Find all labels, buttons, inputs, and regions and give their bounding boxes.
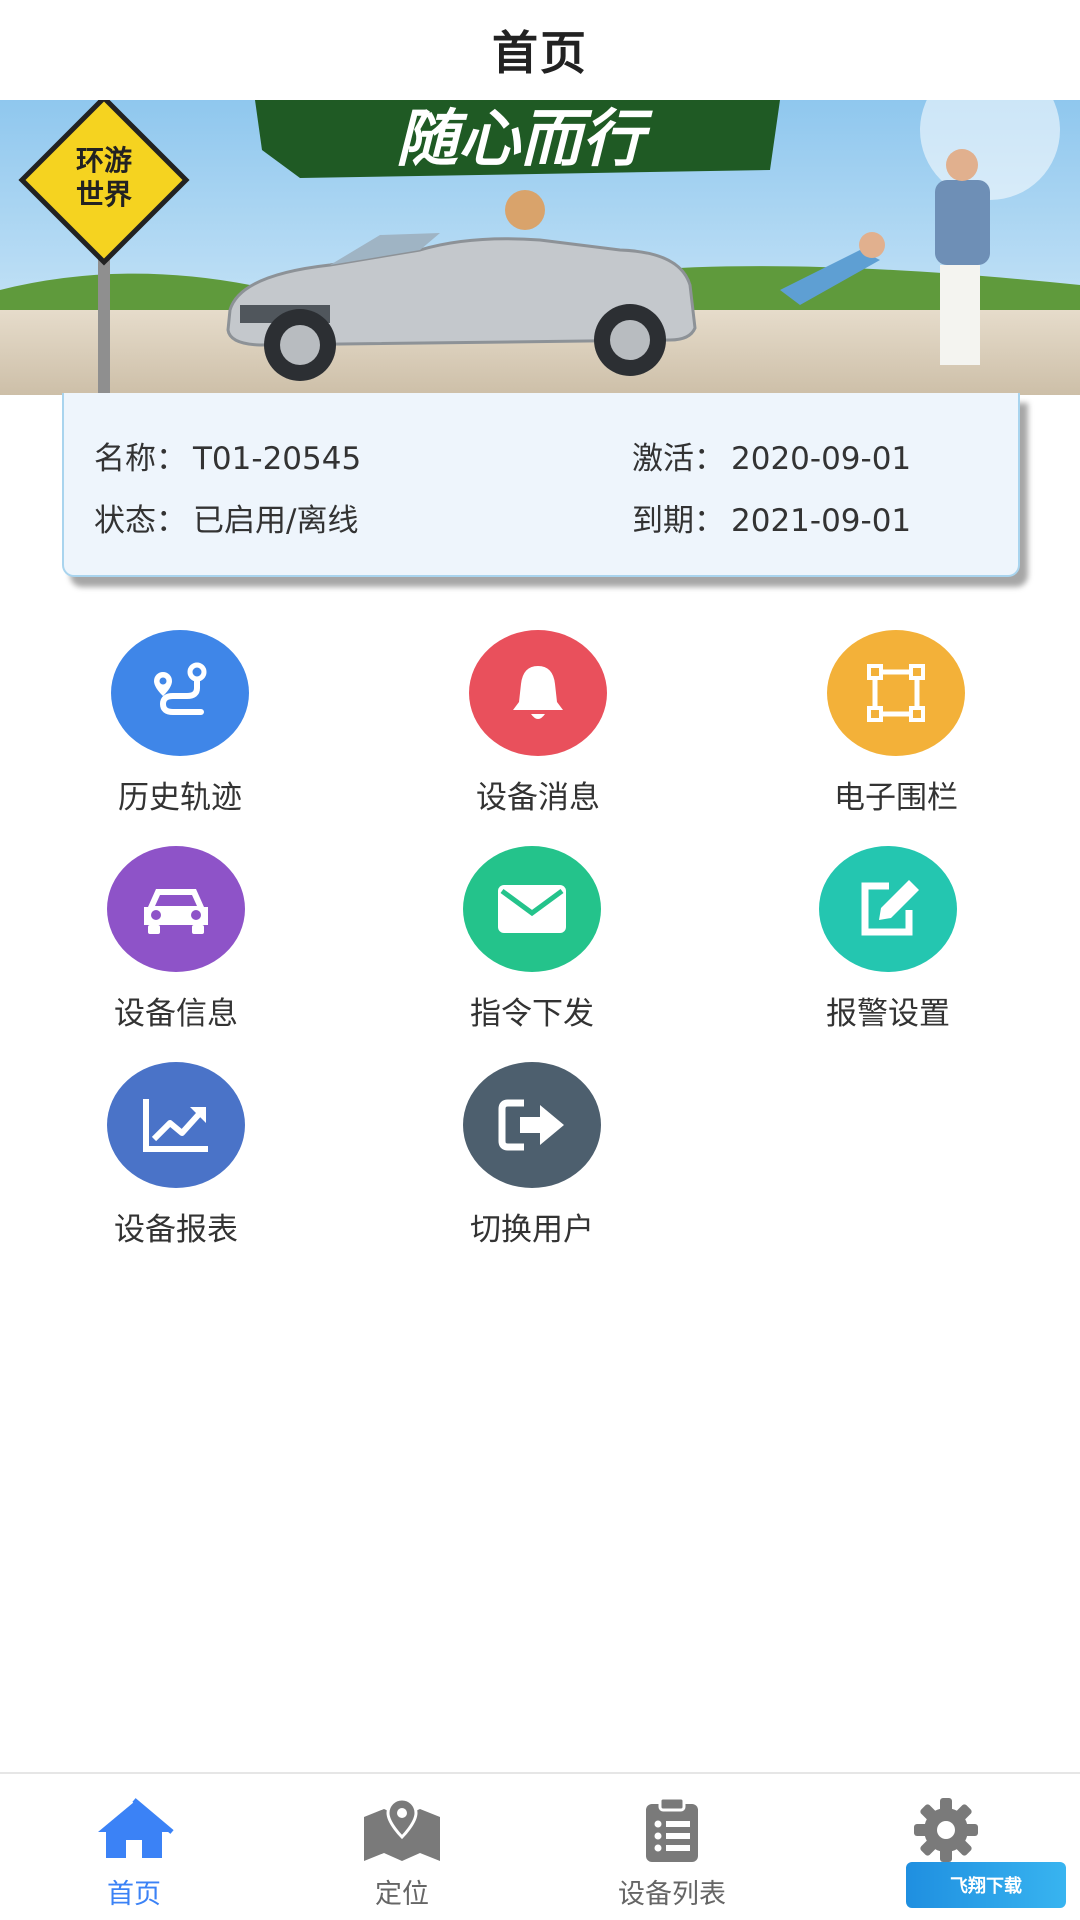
gear-icon — [901, 1794, 991, 1866]
tab-device-list[interactable]: 设备列表 — [572, 1774, 772, 1920]
device-report-label: 设备报表 — [114, 1212, 238, 1248]
bottom-tab-bar: 首页 定位 设备列表 飞翔下载 — [0, 1772, 1080, 1920]
expire-date-label: 到期： — [632, 503, 725, 539]
home-icon — [89, 1794, 179, 1866]
activate-date-value: 2020-09-01 — [731, 441, 912, 477]
device-status-label: 状态： — [94, 503, 187, 539]
history-track-label: 历史轨迹 — [118, 780, 242, 816]
banner-image: 随心而行 环游 世界 — [0, 100, 1080, 395]
device-info-button[interactable]: 设备信息 — [76, 846, 276, 1033]
expire-date-row: 到期： 2021-09-01 — [632, 495, 911, 540]
route-icon — [111, 630, 249, 756]
banner-slogan: 随心而行 — [396, 102, 653, 175]
car-icon — [107, 846, 245, 972]
device-status-row: 状态： 已启用/离线 — [94, 495, 358, 540]
tab-location-label: 定位 — [375, 1879, 429, 1910]
map-pin-icon — [357, 1794, 447, 1866]
expire-date-value: 2021-09-01 — [731, 503, 912, 539]
watermark-text: 飞翔下载 — [950, 1876, 1022, 1897]
chart-icon — [107, 1062, 245, 1188]
bell-icon — [469, 630, 607, 756]
device-name-row: 名称： T01-20545 — [94, 433, 361, 478]
edit-icon — [819, 846, 957, 972]
clipboard-list-icon — [627, 1794, 717, 1866]
device-report-button[interactable]: 设备报表 — [76, 1062, 276, 1249]
command-send-button[interactable]: 指令下发 — [432, 846, 632, 1033]
command-send-label: 指令下发 — [470, 996, 594, 1032]
switch-user-label: 切换用户 — [470, 1212, 594, 1248]
alarm-settings-button[interactable]: 报警设置 — [788, 846, 988, 1033]
tab-home-label: 首页 — [107, 1879, 161, 1910]
geofence-label: 电子围栏 — [834, 780, 958, 816]
activate-date-row: 激活： 2020-09-01 — [632, 433, 911, 478]
device-message-label: 设备消息 — [476, 780, 600, 816]
history-track-button[interactable]: 历史轨迹 — [80, 630, 280, 817]
alarm-settings-label: 报警设置 — [826, 996, 950, 1032]
device-status-value: 已启用/离线 — [193, 503, 359, 539]
envelope-icon — [463, 846, 601, 972]
watermark-logo: 飞翔下载 — [906, 1862, 1066, 1908]
device-name-label: 名称： — [94, 441, 187, 477]
logout-icon — [463, 1062, 601, 1188]
page-title: 首页 — [492, 26, 588, 80]
tab-home[interactable]: 首页 — [34, 1774, 234, 1920]
sign-line-2: 世界 — [76, 178, 132, 211]
geofence-button[interactable]: 电子围栏 — [796, 630, 996, 817]
device-name-value: T01-20545 — [193, 441, 362, 477]
device-info-label: 设备信息 — [114, 996, 238, 1032]
switch-user-button[interactable]: 切换用户 — [432, 1062, 632, 1249]
device-message-button[interactable]: 设备消息 — [438, 630, 638, 817]
fence-square-icon — [827, 630, 965, 756]
device-info-card: 名称： T01-20545 状态： 已启用/离线 激活： 2020-09-01 到期：… — [62, 393, 1020, 577]
tab-location[interactable]: 定位 — [302, 1774, 502, 1920]
top-bar: 首页 — [0, 0, 1080, 100]
sign-line-1: 环游 — [76, 144, 132, 177]
activate-date-label: 激活： — [632, 441, 725, 477]
tab-device-list-label: 设备列表 — [618, 1879, 726, 1910]
